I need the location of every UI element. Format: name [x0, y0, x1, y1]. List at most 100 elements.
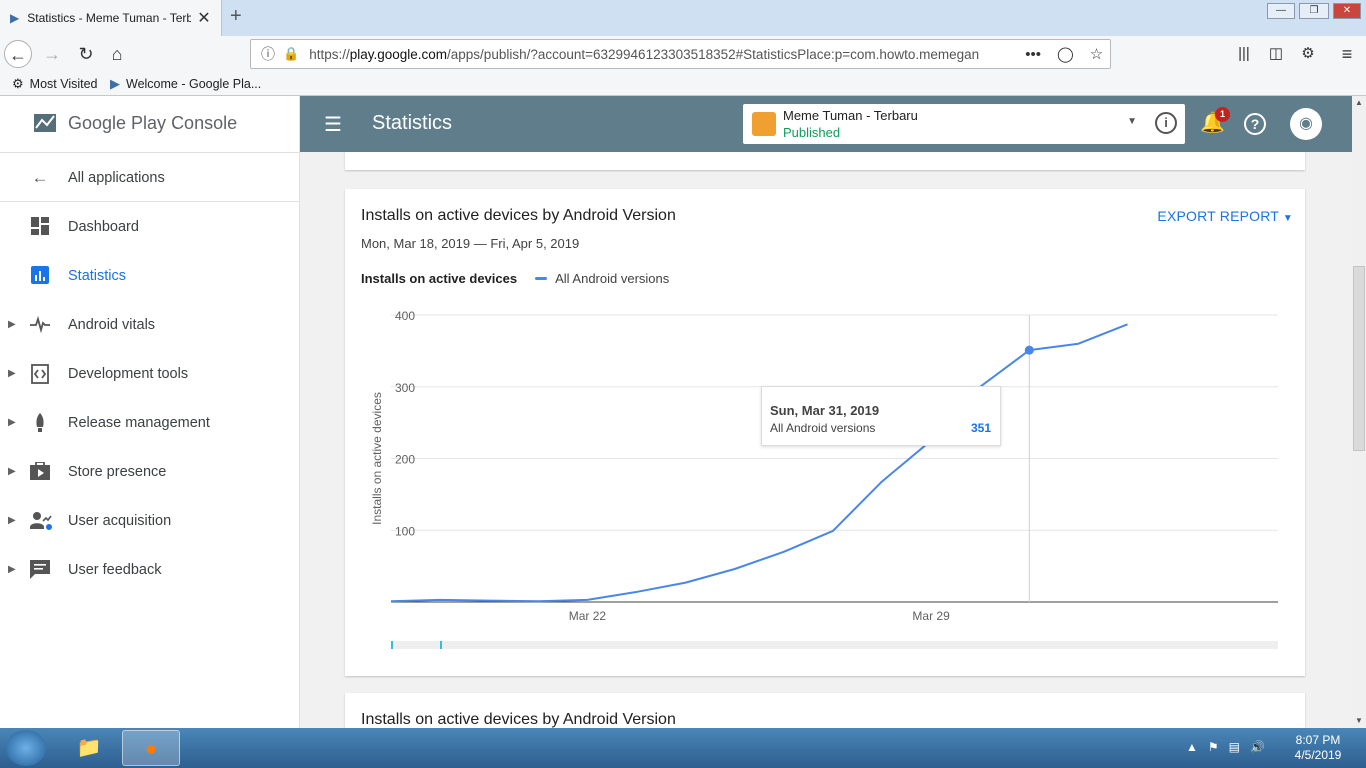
page-info-icon[interactable]: ⓘ	[261, 44, 275, 64]
browser-tab[interactable]: ▶ Statistics - Meme Tuman - Terb ✕	[0, 0, 222, 36]
restore-window-button[interactable]: ❐	[1299, 3, 1329, 19]
sidebar-item-dashboard[interactable]: Dashboard	[0, 202, 300, 251]
pulse-icon	[30, 315, 50, 335]
bookmark-most-visited[interactable]: ⚙ Most Visited	[12, 76, 98, 92]
hamburger-menu-icon[interactable]: ☰	[324, 112, 342, 137]
sidebar-item-release-management[interactable]: ▶ Release management	[0, 398, 300, 447]
firefox-icon[interactable]: ●	[122, 730, 180, 766]
bookmarks-toolbar: ⚙ Most Visited ▶ Welcome - Google Pla...	[0, 72, 1366, 96]
y-tick-label: 100	[395, 524, 415, 538]
browser-nav-bar: ← → ↻ ⌂ ⓘ 🔒 https://play.google.com/apps…	[0, 36, 1366, 72]
page-actions-icon[interactable]: •••	[1025, 46, 1041, 63]
sidebar-toggle-icon[interactable]: ◫	[1262, 40, 1290, 68]
sidebar: Google Play Console ← All applications D…	[0, 96, 300, 728]
rocket-icon	[30, 412, 50, 433]
sidebar-item-development-tools[interactable]: ▶ Development tools	[0, 349, 300, 398]
bar-chart-icon	[30, 265, 50, 286]
play-console-logo-icon	[34, 114, 56, 132]
file-explorer-icon[interactable]: 📁	[60, 730, 118, 766]
system-tray-icons[interactable]: ▲ ⚑ ▤ 🔊	[1186, 740, 1265, 754]
sidebar-item-store-presence[interactable]: ▶ Store presence	[0, 447, 300, 496]
address-bar[interactable]: ⓘ 🔒 https://play.google.com/apps/publish…	[250, 39, 1111, 69]
app-header: ☰ Statistics Meme Tuman - Terbaru Publis…	[300, 96, 1352, 152]
expand-caret-icon: ▶	[8, 515, 16, 526]
installs-chart-card: Installs on active devices by Android Ve…	[345, 189, 1305, 676]
page-scrollbar[interactable]: ▲ ▼	[1352, 96, 1366, 728]
app-selector[interactable]: Meme Tuman - Terbaru Published ▼ i	[743, 104, 1185, 144]
tooltip-series: All Android versions	[770, 421, 876, 435]
clock-date: 4/5/2019	[1294, 748, 1342, 762]
expand-caret-icon: ▶	[8, 564, 16, 575]
pocket-icon[interactable]: ◯	[1057, 45, 1074, 63]
scrollbar-thumb[interactable]	[1353, 266, 1365, 451]
sidebar-item-android-vitals[interactable]: ▶ Android vitals	[0, 300, 300, 349]
lock-icon: 🔒	[283, 46, 300, 61]
expand-caret-icon: ▶	[8, 417, 16, 428]
second-chart-card: Installs on active devices by Android Ve…	[345, 693, 1305, 728]
feedback-icon	[30, 559, 50, 580]
series-line	[390, 323, 1128, 603]
range-selector-track	[391, 641, 1278, 649]
windows-taskbar: 📁 ● ▲ ⚑ ▤ 🔊 8:07 PM 4/5/2019	[0, 728, 1366, 768]
notification-badge: 1	[1215, 107, 1230, 122]
range-handle-right	[440, 641, 442, 649]
x-tick-label: Mar 22	[569, 609, 607, 623]
code-icon	[30, 363, 50, 384]
y-tick-label: 200	[395, 453, 415, 467]
google-play-console-logo[interactable]: Google Play Console	[32, 110, 237, 136]
highlight-point	[1024, 345, 1034, 355]
start-button[interactable]	[6, 730, 46, 766]
home-icon[interactable]: ⌂	[103, 40, 131, 68]
sidebar-item-statistics[interactable]: Statistics	[0, 251, 300, 300]
app-name: Meme Tuman - Terbaru	[783, 108, 918, 123]
app-menu-icon[interactable]: ≡	[1333, 40, 1361, 68]
gear-icon: ⚙	[12, 76, 24, 91]
app-icon	[752, 112, 776, 136]
help-icon[interactable]: ?	[1244, 113, 1266, 135]
scroll-up-arrow[interactable]: ▲	[1355, 98, 1363, 107]
y-tick-label: 400	[395, 309, 415, 323]
user-acquisition-icon	[30, 511, 52, 531]
range-handle-left	[391, 641, 393, 649]
expand-caret-icon: ▶	[8, 368, 16, 379]
app-info-icon[interactable]: i	[1155, 112, 1177, 134]
taskbar-clock[interactable]: 8:07 PM 4/5/2019	[1288, 733, 1348, 763]
extension-icon[interactable]: ⚙	[1294, 40, 1322, 68]
close-tab-icon[interactable]: ✕	[197, 8, 210, 28]
browser-tab-bar: ▶ Statistics - Meme Tuman - Terb ✕ + — ❐…	[0, 0, 1366, 36]
x-tick-label: Mar 29	[912, 609, 950, 623]
scroll-down-arrow[interactable]: ▼	[1355, 716, 1363, 725]
dashboard-icon	[30, 216, 50, 237]
sidebar-item-user-feedback[interactable]: ▶ User feedback	[0, 545, 300, 594]
bookmark-welcome[interactable]: ▶ Welcome - Google Pla...	[110, 76, 261, 92]
url-text[interactable]: https://play.google.com/apps/publish/?ac…	[309, 47, 1009, 62]
page-title: Statistics	[372, 112, 453, 134]
minimize-window-button[interactable]: —	[1267, 3, 1295, 19]
play-icon: ▶	[110, 76, 120, 91]
forward-button[interactable]: →	[38, 40, 66, 68]
tab-title: Statistics - Meme Tuman - Terb	[27, 11, 192, 25]
card-title: Installs on active devices by Android Ve…	[361, 711, 676, 728]
new-tab-icon[interactable]: +	[230, 5, 242, 28]
tooltip-date: Sun, Mar 31, 2019	[770, 403, 880, 418]
sidebar-item-all-applications[interactable]: ← All applications	[0, 153, 300, 202]
y-axis-label: Installs on active devices	[370, 392, 384, 525]
library-icon[interactable]: |||	[1230, 40, 1258, 68]
store-icon	[30, 460, 50, 482]
expand-caret-icon: ▶	[8, 319, 16, 330]
reload-icon[interactable]: ↻	[72, 40, 100, 68]
y-tick-label: 300	[395, 381, 415, 395]
chevron-down-icon[interactable]: ▼	[1127, 116, 1137, 127]
expand-caret-icon: ▶	[8, 466, 16, 477]
close-window-button[interactable]: ✕	[1333, 3, 1361, 19]
tooltip-value: 351	[970, 421, 991, 435]
play-console-favicon: ▶	[10, 11, 20, 25]
account-avatar[interactable]: ◉	[1290, 108, 1322, 140]
chart-tooltip: Sun, Mar 31, 2019 All Android versions 3…	[761, 386, 1001, 446]
previous-card	[345, 152, 1305, 170]
sidebar-item-user-acquisition[interactable]: ▶ User acquisition	[0, 496, 300, 545]
clock-time: 8:07 PM	[1295, 733, 1341, 747]
back-button[interactable]: ←	[4, 40, 32, 68]
main-content: Installs on active devices by Android Ve…	[300, 152, 1352, 728]
bookmark-star-icon[interactable]: ☆	[1090, 45, 1103, 63]
